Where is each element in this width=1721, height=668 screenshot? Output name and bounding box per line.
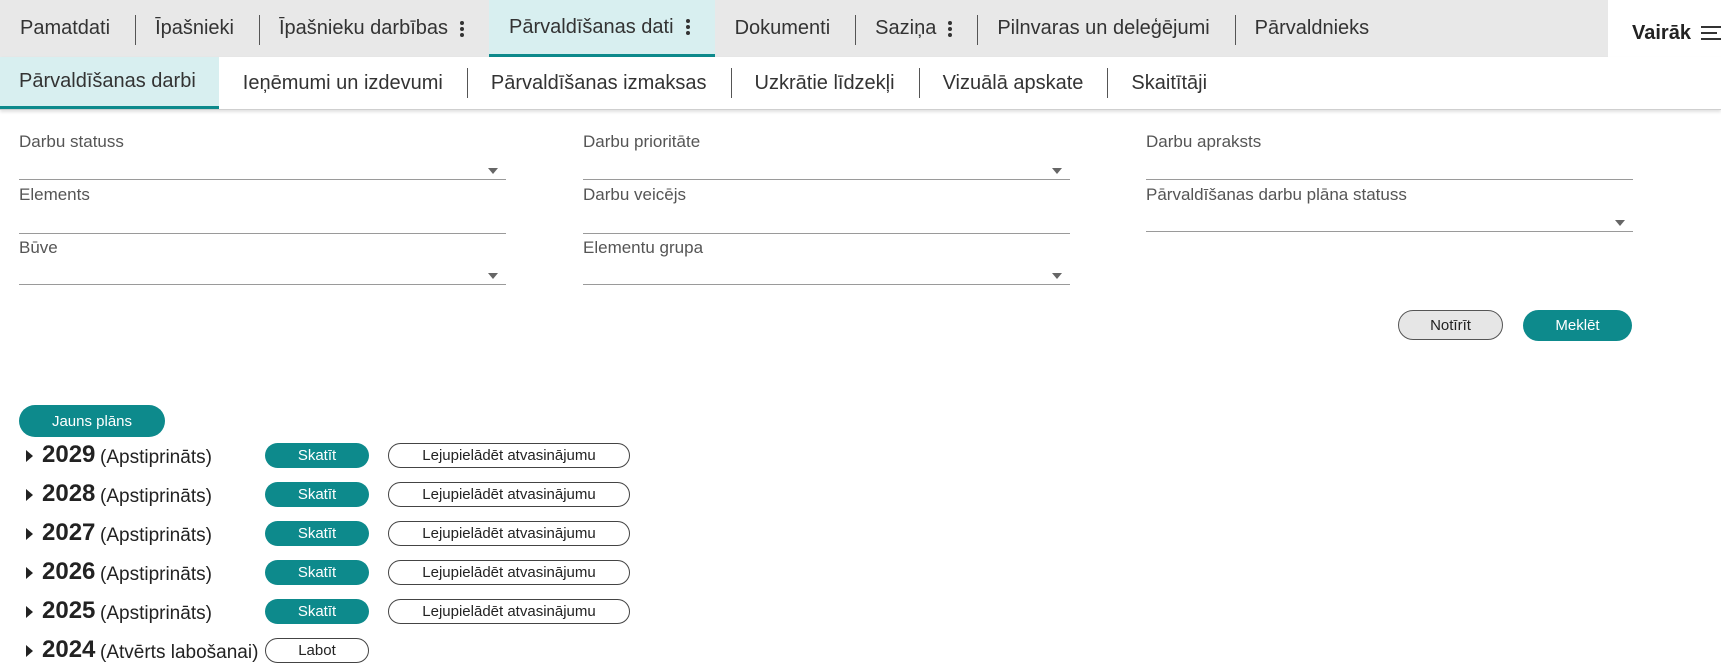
tab-parvaldnieks[interactable]: Pārvaldnieks [1234, 0, 1395, 57]
plan-year: 2025 [42, 597, 96, 624]
plan-status: (Apstiprināts) [100, 525, 212, 546]
more-vertical-icon[interactable] [460, 20, 465, 37]
edit-button[interactable]: Labot [265, 638, 369, 663]
dropdown-arrow-icon [488, 168, 498, 174]
subtab-uzkratie-lidzekli[interactable]: Uzkrātie līdzekļi [730, 57, 919, 109]
expand-caret-icon[interactable] [26, 645, 33, 657]
tab-pamatdati[interactable]: Pamatdati [0, 0, 135, 57]
field-label: Elements [19, 185, 90, 204]
field-label: Elementu grupa [583, 238, 704, 257]
expand-caret-icon[interactable] [26, 450, 33, 462]
menu-icon [1700, 26, 1721, 40]
building-select[interactable]: Būve [19, 238, 506, 285]
tab-label: Īpašnieku darbības [279, 17, 449, 39]
field-label: Pārvaldīšanas darbu plāna statuss [1146, 185, 1407, 204]
subtab-parvaldisanas-izmaksas[interactable]: Pārvaldīšanas izmaksas [466, 57, 731, 109]
field-label: Darbu apraksts [1146, 132, 1262, 151]
view-button[interactable]: Skatīt [265, 560, 369, 585]
expand-caret-icon[interactable] [26, 489, 33, 501]
subtab-label: Skaitītāji [1131, 71, 1208, 94]
subtab-vizuala-apskate[interactable]: Vizuālā apskate [918, 57, 1108, 109]
tab-label: Īpašnieki [155, 17, 234, 39]
tab-label: Saziņa [875, 17, 937, 39]
download-derivative-button[interactable]: Lejupielādēt atvasinājumu [388, 482, 630, 507]
tab-parvaldisanas-dati[interactable]: Pārvaldīšanas dati [489, 0, 715, 57]
new-plan-button[interactable]: Jauns plāns [19, 405, 165, 437]
plan-year: 2026 [42, 558, 96, 585]
view-button[interactable]: Skatīt [265, 599, 369, 624]
tab-sazina[interactable]: Saziņa [855, 0, 977, 57]
subtab-parvaldisanas-darbi[interactable]: Pārvaldīšanas darbi [0, 57, 219, 109]
tab-ipasnieki[interactable]: Īpašnieki [135, 0, 259, 57]
tab-label: Pārvaldnieks [1254, 17, 1370, 39]
clear-button[interactable]: Notīrīt [1398, 310, 1503, 340]
expand-caret-icon[interactable] [26, 606, 33, 618]
plan-status: (Apstiprināts) [100, 603, 212, 624]
top-navigation: Pamatdati Īpašnieki Īpašnieku darbības P… [0, 0, 1721, 58]
expand-caret-icon[interactable] [26, 528, 33, 540]
view-button[interactable]: Skatīt [265, 443, 369, 468]
plan-year: 2028 [42, 480, 96, 507]
download-derivative-button[interactable]: Lejupielādēt atvasinājumu [388, 521, 630, 546]
more-vertical-icon[interactable] [685, 19, 690, 35]
dropdown-arrow-icon [488, 273, 498, 279]
dropdown-arrow-icon [1052, 168, 1062, 174]
tab-pilnvaras[interactable]: Pilnvaras un deleģējumi [977, 0, 1234, 57]
field-label: Darbu veicējs [583, 185, 686, 204]
plan-year: 2027 [42, 519, 96, 546]
expand-caret-icon[interactable] [26, 567, 33, 579]
tab-label: Pārvaldīšanas dati [509, 15, 674, 38]
subtab-ienemumi-izdevumi[interactable]: Ieņēmumi un izdevumi [219, 57, 467, 109]
tab-label: Pilnvaras un deleģējumi [997, 17, 1210, 39]
dropdown-arrow-icon [1052, 273, 1062, 279]
plan-status: (Apstiprināts) [100, 447, 212, 468]
plan-year: 2029 [42, 441, 96, 468]
plan-status: (Apstiprināts) [100, 486, 212, 507]
download-derivative-button[interactable]: Lejupielādēt atvasinājumu [388, 599, 630, 624]
search-button[interactable]: Meklēt [1523, 310, 1632, 341]
work-status-select[interactable]: Darbu statuss [19, 132, 506, 180]
element-input[interactable]: Elements [19, 185, 506, 234]
field-label: Būve [19, 238, 58, 257]
plan-status: (Apstiprināts) [100, 564, 212, 585]
download-derivative-button[interactable]: Lejupielādēt atvasinājumu [388, 443, 630, 468]
plan-year: 2024 [42, 636, 96, 663]
tab-label: Pamatdati [20, 17, 111, 39]
plan-status-select[interactable]: Pārvaldīšanas darbu plāna statuss [1146, 185, 1633, 232]
plan-status: (Atvērts labošanai) [100, 642, 259, 663]
subtab-label: Uzkrātie līdzekļi [754, 71, 895, 94]
work-performer-input[interactable]: Darbu veicējs [583, 185, 1070, 234]
more-vertical-icon[interactable] [948, 20, 953, 37]
tab-dokumenti[interactable]: Dokumenti [715, 0, 856, 57]
dropdown-arrow-icon [1615, 220, 1625, 226]
field-label: Darbu statuss [19, 132, 124, 151]
subtab-label: Pārvaldīšanas darbi [19, 70, 196, 92]
subtab-skaititaji[interactable]: Skaitītāji [1107, 57, 1231, 109]
element-group-select[interactable]: Elementu grupa [583, 238, 1070, 285]
tab-ipasnieku-darbibas[interactable]: Īpašnieku darbības [259, 0, 489, 57]
tab-label: Dokumenti [734, 17, 831, 39]
subtab-label: Vizuālā apskate [942, 71, 1084, 94]
view-button[interactable]: Skatīt [265, 521, 369, 546]
sub-navigation: Pārvaldīšanas darbi Ieņēmumi un izdevumi… [0, 57, 1721, 110]
work-priority-select[interactable]: Darbu prioritāte [583, 132, 1070, 180]
field-label: Darbu prioritāte [583, 132, 701, 151]
more-label: Vairāk [1632, 21, 1691, 44]
download-derivative-button[interactable]: Lejupielādēt atvasinājumu [388, 560, 630, 585]
work-description-input[interactable]: Darbu apraksts [1146, 132, 1633, 180]
subtab-label: Ieņēmumi un izdevumi [242, 71, 443, 94]
view-button[interactable]: Skatīt [265, 482, 369, 507]
subtab-label: Pārvaldīšanas izmaksas [490, 71, 707, 94]
